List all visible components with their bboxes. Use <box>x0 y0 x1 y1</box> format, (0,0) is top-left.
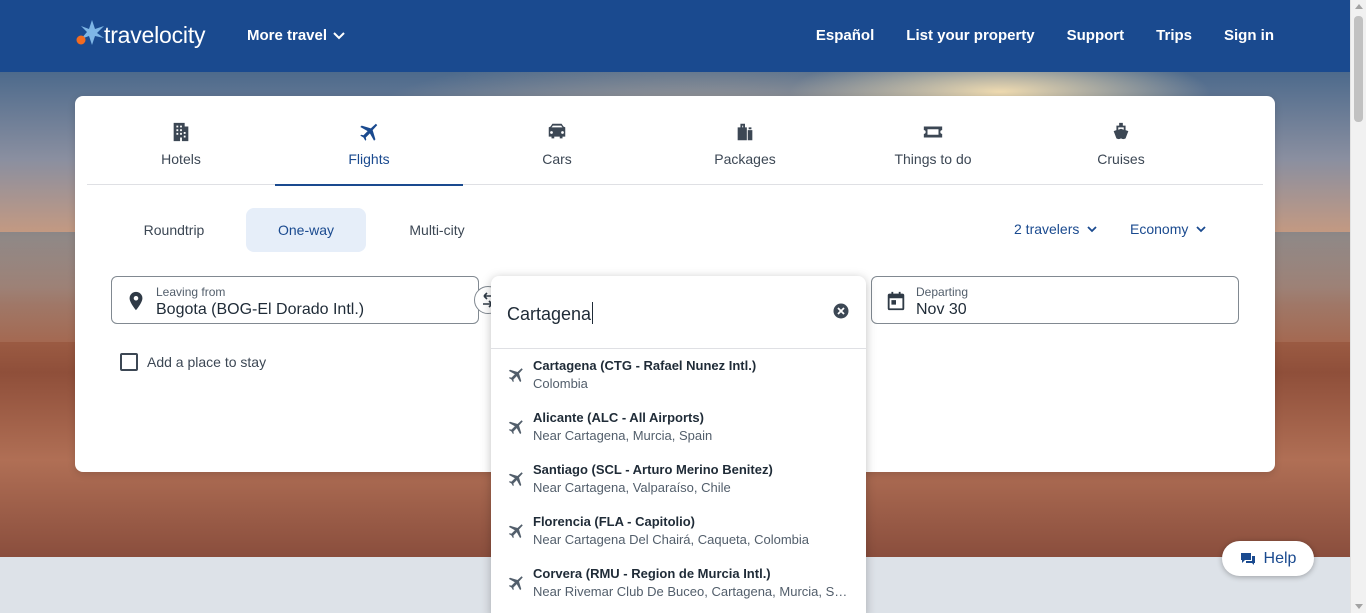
leaving-from-label: Leaving from <box>156 285 226 299</box>
leaving-from-field[interactable]: Leaving from Bogota (BOG-El Dorado Intl.… <box>111 276 479 324</box>
help-button[interactable]: Help <box>1222 541 1314 576</box>
logo-star-icon <box>76 20 104 45</box>
add-place-to-stay-label: Add a place to stay <box>147 354 267 370</box>
suggestion-title: Florencia (FLA - Capitolio) <box>533 514 696 529</box>
cabin-class-label: Economy <box>1130 221 1189 237</box>
text-caret <box>592 302 594 324</box>
clear-input-icon[interactable] <box>833 303 849 319</box>
tab-label: Flights <box>348 151 390 167</box>
more-travel-menu[interactable]: More travel <box>247 27 345 44</box>
tab-label: Cruises <box>1097 151 1145 167</box>
more-travel-label: More travel <box>247 27 328 44</box>
tab-label: Hotels <box>161 151 201 167</box>
suggestion-title: Alicante (ALC - All Airports) <box>533 410 704 425</box>
departing-date-field[interactable]: Departing Nov 30 <box>871 276 1239 324</box>
tab-cars[interactable]: Cars <box>463 96 651 185</box>
nav-support[interactable]: Support <box>1067 27 1125 44</box>
suggestion-subtitle: Colombia <box>533 376 588 391</box>
plane-icon <box>507 470 525 488</box>
nav-sign-in[interactable]: Sign in <box>1224 27 1274 44</box>
nav-language[interactable]: Español <box>816 27 874 44</box>
scroll-up-arrow-icon[interactable] <box>1355 4 1363 9</box>
ship-icon <box>1113 122 1129 140</box>
chevron-down-icon <box>1196 225 1206 232</box>
suggestion-item[interactable]: Cartagena (CTG - Rafael Nunez Intl.) Col… <box>491 350 866 402</box>
tab-label: Cars <box>542 151 572 167</box>
calendar-icon <box>885 290 907 312</box>
plane-icon <box>507 522 525 540</box>
departing-value: Nov 30 <box>916 301 967 318</box>
help-label: Help <box>1263 549 1297 567</box>
logo-text: travelocity <box>104 21 206 48</box>
suggestion-subtitle: Near Cartagena, Valparaíso, Chile <box>533 480 731 495</box>
suggestion-subtitle: Near Cartagena Del Chairá, Caqueta, Colo… <box>533 532 810 547</box>
travelocity-logo[interactable]: travelocity <box>74 18 206 52</box>
travelers-label: 2 travelers <box>1014 221 1080 237</box>
suggestion-title: Corvera (RMU - Region de Murcia Intl.) <box>533 566 771 581</box>
suggestion-list: Cartagena (CTG - Rafael Nunez Intl.) Col… <box>491 350 866 610</box>
plane-icon <box>360 123 378 141</box>
tab-label: Packages <box>714 151 776 167</box>
chevron-down-icon <box>1087 225 1097 232</box>
plane-icon <box>507 418 525 436</box>
cabin-class-selector[interactable]: Economy <box>1130 221 1206 237</box>
suggestion-title: Cartagena (CTG - Rafael Nunez Intl.) <box>533 358 757 373</box>
tab-things-to-do[interactable]: Things to do <box>839 96 1027 185</box>
scrollbar[interactable] <box>1350 0 1366 613</box>
nav-list-property[interactable]: List your property <box>906 27 1034 44</box>
map-pin-icon <box>125 290 147 312</box>
leaving-from-value: Bogota (BOG-El Dorado Intl.) <box>156 301 365 318</box>
packages-icon <box>737 123 753 141</box>
destination-query: Cartagena <box>507 304 592 324</box>
checkbox-box[interactable] <box>120 353 138 371</box>
tab-hotels[interactable]: Hotels <box>87 96 275 185</box>
add-place-to-stay-checkbox[interactable]: Add a place to stay <box>120 353 266 371</box>
tab-packages[interactable]: Packages <box>651 96 839 185</box>
chat-bubble-icon <box>1240 552 1255 565</box>
departing-label: Departing <box>916 285 969 299</box>
tab-label: Things to do <box>894 151 972 167</box>
suggestion-subtitle: Near Cartagena, Murcia, Spain <box>533 428 713 443</box>
ticket-icon <box>923 126 943 138</box>
tab-flights[interactable]: Flights <box>275 96 463 186</box>
suggestion-item[interactable]: Florencia (FLA - Capitolio) Near Cartage… <box>491 506 866 558</box>
suggestion-item[interactable]: Corvera (RMU - Region de Murcia Intl.) N… <box>491 558 866 610</box>
product-tabs: Hotels Flights Cars Packages Things to d… <box>87 96 1263 186</box>
tab-cruises[interactable]: Cruises <box>1027 96 1215 185</box>
chevron-down-icon <box>333 31 345 39</box>
scroll-down-arrow-icon[interactable] <box>1355 604 1363 609</box>
destination-autocomplete: Cartagena Cartagena (CTG - Rafael Nunez … <box>491 276 866 613</box>
hotel-icon <box>173 122 189 142</box>
suggestion-subtitle: Near Rivemar Club De Buceo, Cartagena, M… <box>533 584 851 599</box>
destination-search-input[interactable]: Cartagena <box>491 276 866 349</box>
suggestion-item[interactable]: Alicante (ALC - All Airports) Near Carta… <box>491 402 866 454</box>
trip-type-multi-city[interactable]: Multi-city <box>366 208 508 252</box>
suggestion-item[interactable]: Santiago (SCL - Arturo Merino Benitez) N… <box>491 454 866 506</box>
plane-icon <box>507 366 525 384</box>
top-navigation-bar: travelocity More travel Español List you… <box>0 0 1350 72</box>
plane-icon <box>507 574 525 592</box>
trip-type-one-way[interactable]: One-way <box>246 208 366 252</box>
suggestion-title: Santiago (SCL - Arturo Merino Benitez) <box>533 462 773 477</box>
header-nav: Español List your property Support Trips… <box>816 27 1274 44</box>
car-icon <box>548 123 566 139</box>
travelers-selector[interactable]: 2 travelers <box>1014 221 1097 237</box>
scrollbar-thumb[interactable] <box>1354 16 1363 122</box>
nav-trips[interactable]: Trips <box>1156 27 1192 44</box>
trip-type-roundtrip[interactable]: Roundtrip <box>118 208 230 252</box>
trip-type-selector: Roundtrip One-way Multi-city <box>118 208 508 252</box>
